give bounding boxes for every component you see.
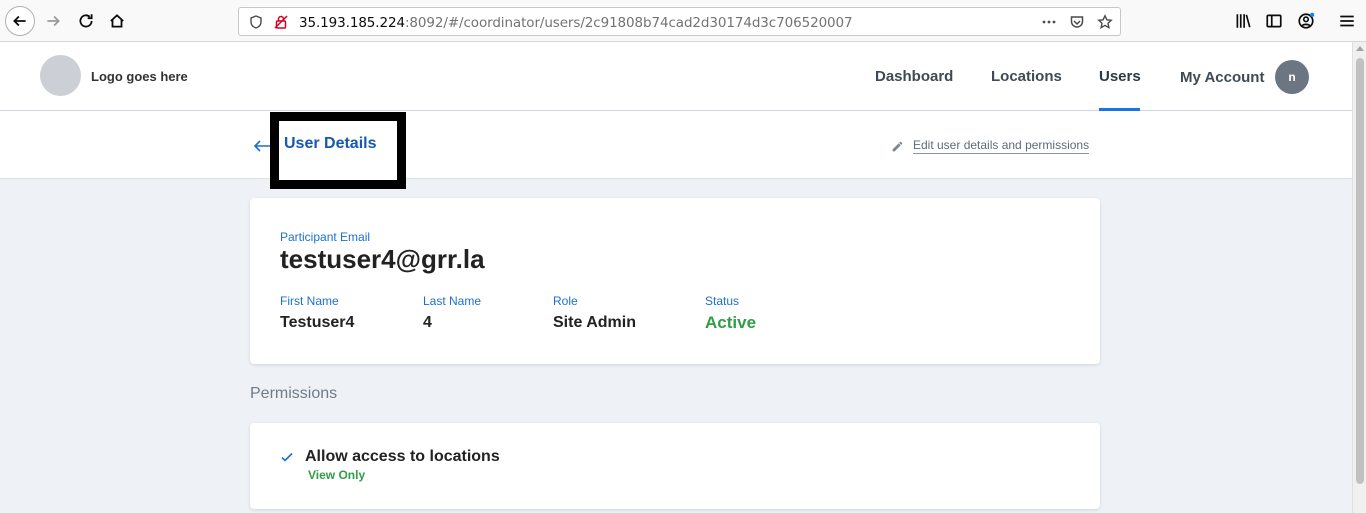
bookmark-star-icon[interactable]: [1097, 14, 1113, 30]
permission-level: View Only: [308, 468, 366, 482]
avatar[interactable]: n: [1275, 60, 1309, 94]
browser-back-icon[interactable]: [5, 6, 35, 36]
nav-locations[interactable]: Locations: [991, 68, 1062, 85]
page-title: User Details: [284, 135, 377, 152]
first-name-value: Testuser4: [280, 314, 355, 331]
edit-user-link[interactable]: Edit user details and permissions: [891, 138, 1090, 154]
status-badge: Active: [705, 313, 757, 332]
page-header: User Details Edit user details and permi…: [0, 111, 1352, 189]
status-label: Status: [705, 294, 740, 308]
browser-home-icon[interactable]: [103, 7, 131, 35]
back-arrow-icon[interactable]: [252, 136, 272, 156]
pencil-icon: [892, 141, 903, 151]
role-value: Site Admin: [553, 314, 636, 331]
logo-placeholder: [40, 55, 81, 96]
browser-toolbar: 35.193.185.224:8092/#/coordinator/users/…: [0, 0, 1366, 42]
logo-text: Logo goes here: [91, 69, 188, 84]
page-scrollbar[interactable]: [1352, 42, 1366, 513]
scroll-up-arrow-icon[interactable]: [1356, 46, 1364, 51]
nav-users[interactable]: Users: [1099, 68, 1141, 85]
sidebar-toggle-icon[interactable]: [1260, 7, 1288, 35]
last-name-value: 4: [423, 314, 432, 331]
menu-hamburger-icon[interactable]: [1333, 7, 1361, 35]
permission-title: Allow access to locations: [305, 448, 500, 465]
page-actions-icon[interactable]: [1041, 14, 1057, 30]
url-text: 35.193.185.224:8092/#/coordinator/users/…: [299, 15, 853, 31]
edit-user-link-label: Edit user details and permissions: [913, 138, 1090, 154]
nav-dashboard[interactable]: Dashboard: [875, 68, 953, 85]
address-bar[interactable]: 35.193.185.224:8092/#/coordinator/users/…: [238, 7, 1121, 36]
role-label: Role: [553, 294, 578, 308]
scroll-thumb[interactable]: [1356, 58, 1364, 484]
account-icon[interactable]: [1292, 7, 1320, 35]
nav-my-account[interactable]: My Account: [1180, 69, 1264, 86]
app-header: Logo goes here Dashboard Locations Users…: [0, 42, 1352, 111]
last-name-label: Last Name: [423, 294, 482, 308]
library-icon[interactable]: [1229, 7, 1257, 35]
insecure-lock-icon[interactable]: [273, 14, 289, 30]
user-details-card: Participant Email testuser4@grr.la First…: [250, 198, 1100, 364]
first-name-label: First Name: [280, 294, 339, 308]
email-label: Participant Email: [280, 230, 371, 244]
email-value: testuser4@grr.la: [280, 244, 485, 274]
permissions-card: Allow access to locations View Only: [250, 423, 1100, 509]
browser-reload-icon[interactable]: [72, 7, 100, 35]
browser-forward-icon[interactable]: [39, 7, 67, 35]
permissions-heading: Permissions: [250, 385, 338, 402]
pocket-icon[interactable]: [1069, 14, 1085, 30]
shield-icon[interactable]: [248, 14, 264, 30]
checkmark-icon: [280, 450, 294, 464]
